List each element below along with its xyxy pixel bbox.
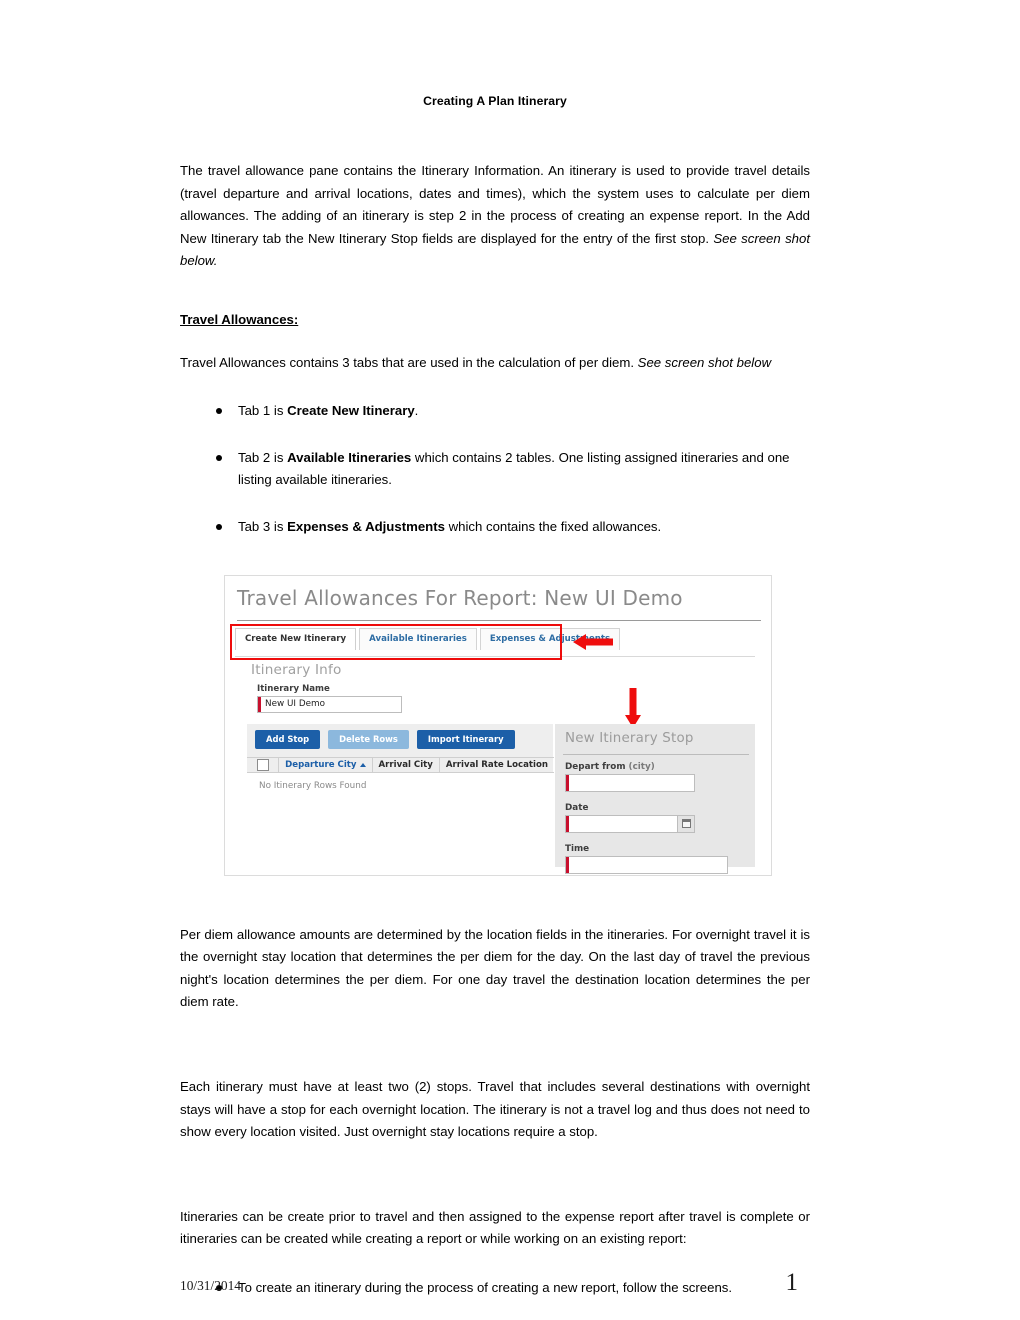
- calendar-icon: [681, 819, 691, 829]
- intro-paragraph: The travel allowance pane contains the I…: [180, 160, 810, 273]
- list-item: Tab 1 is Create New Itinerary.: [180, 400, 810, 423]
- select-all-checkbox[interactable]: [256, 758, 269, 771]
- tab-create-new-itinerary[interactable]: Create New Itinerary: [235, 627, 357, 650]
- tab-available-itineraries[interactable]: Available Itineraries: [359, 627, 477, 650]
- app-page-title: Travel Allowances For Report: New UI Dem…: [237, 585, 683, 610]
- section-heading-travel-allowances: Travel Allowances:: [180, 311, 299, 327]
- annotation-arrow-left-icon: [573, 633, 613, 650]
- grid-toolbar: Add Stop Delete Rows Import Itinerary: [255, 729, 515, 749]
- depart-from-label-hint: (city): [628, 761, 655, 772]
- paragraph-create: Itineraries can be create prior to trave…: [180, 1208, 810, 1247]
- bullet-bold: Available Itineraries: [287, 449, 412, 465]
- select-all-header-cell[interactable]: [247, 757, 280, 772]
- section-lead-text: Travel Allowances contains 3 tabs that a…: [180, 354, 638, 370]
- page-footer: 10/31/2014 1: [180, 1269, 810, 1296]
- depart-from-field-group: Depart from (city): [565, 762, 695, 792]
- date-field-group: Date: [565, 803, 695, 833]
- title-divider: [237, 619, 761, 621]
- section-lead-italic: See screen shot below: [637, 354, 772, 370]
- annotation-arrow-down-icon: [625, 687, 641, 728]
- bullet-dot-icon: [216, 454, 222, 461]
- bullet-bold: Create New Itinerary: [287, 403, 415, 419]
- calendar-picker-button[interactable]: [677, 815, 694, 832]
- tab-bar-underline: [235, 655, 755, 657]
- delete-rows-button[interactable]: Delete Rows: [328, 729, 409, 749]
- column-header-departure-city-label: Departure City: [285, 759, 357, 770]
- bullet-dot-icon: [216, 408, 222, 415]
- required-marker-icon: [566, 856, 569, 873]
- required-marker-icon: [566, 815, 569, 832]
- embedded-screenshot-figure: Travel Allowances For Report: New UI Dem…: [224, 574, 772, 876]
- add-stop-button[interactable]: Add Stop: [255, 729, 321, 749]
- import-itinerary-button[interactable]: Import Itinerary: [416, 729, 515, 749]
- section-lead-paragraph: Travel Allowances contains 3 tabs that a…: [180, 352, 810, 375]
- date-input[interactable]: [565, 814, 695, 833]
- grid-body: No Itinerary Rows Found: [247, 772, 554, 867]
- column-header-departure-city[interactable]: Departure City: [279, 757, 373, 772]
- depart-from-label: Depart from (city): [565, 762, 695, 772]
- date-label: Date: [565, 802, 589, 813]
- bullet-bold: Expenses & Adjustments: [287, 518, 445, 534]
- paragraph-stops: Each itinerary must have at least two (2…: [180, 1078, 810, 1140]
- bullet-suffix: which contains the fixed allowances.: [444, 518, 662, 534]
- stop-panel-divider: [563, 753, 749, 755]
- bullet-prefix: Tab 3 is: [238, 518, 288, 534]
- new-itinerary-stop-heading: New Itinerary Stop: [565, 730, 694, 746]
- itinerary-name-input[interactable]: New UI Demo: [257, 695, 402, 713]
- depart-from-label-text: Depart from: [565, 761, 629, 772]
- paragraph-per-diem: Per diem allowance amounts are determine…: [180, 926, 810, 1010]
- travel-allowances-app-screenshot: Travel Allowances For Report: New UI Dem…: [224, 574, 772, 876]
- required-marker-icon: [566, 774, 569, 791]
- bullet-prefix: Tab 1 is: [238, 403, 288, 419]
- grid-empty-message: No Itinerary Rows Found: [259, 780, 367, 791]
- itinerary-rows-panel: Add Stop Delete Rows Import Itinerary De…: [247, 723, 554, 867]
- footer-date: 10/31/2014: [180, 1278, 242, 1293]
- tab-bullet-list: Tab 1 is Create New Itinerary. Tab 2 is …: [180, 400, 810, 538]
- footer-page-number: 1: [785, 1269, 799, 1296]
- app-tab-bar[interactable]: Create New Itinerary Available Itinerari…: [235, 627, 621, 650]
- depart-from-input[interactable]: [565, 773, 695, 792]
- page-title: Creating A Plan Itinerary: [423, 94, 567, 108]
- time-input[interactable]: [565, 855, 728, 874]
- document-content: Creating A Plan Itinerary The travel all…: [180, 0, 810, 1299]
- bullet-suffix: .: [414, 403, 419, 419]
- itinerary-info-heading: Itinerary Info: [251, 661, 342, 678]
- list-item: Tab 3 is Expenses & Adjustments which co…: [180, 516, 810, 539]
- bullet-dot-icon: [216, 523, 222, 530]
- sort-ascending-icon: [359, 762, 366, 767]
- grid-header-row: Departure City Arrival City Arrival Rate…: [247, 756, 554, 773]
- bullet-prefix: Tab 2 is: [238, 449, 288, 465]
- column-header-arrival-rate-location[interactable]: Arrival Rate Location: [440, 758, 554, 772]
- time-label: Time: [565, 843, 590, 854]
- time-field-group: Time: [565, 844, 728, 874]
- column-header-arrival-city[interactable]: Arrival City: [373, 757, 440, 772]
- itinerary-name-value: New UI Demo: [265, 698, 325, 709]
- new-itinerary-stop-panel: New Itinerary Stop Depart from (city) Da…: [555, 723, 755, 874]
- required-marker-icon: [258, 696, 261, 712]
- list-item: Tab 2 is Available Itineraries which con…: [180, 447, 810, 492]
- itinerary-name-label: Itinerary Name: [257, 683, 330, 694]
- document-page: Creating A Plan Itinerary The travel all…: [0, 0, 1020, 1320]
